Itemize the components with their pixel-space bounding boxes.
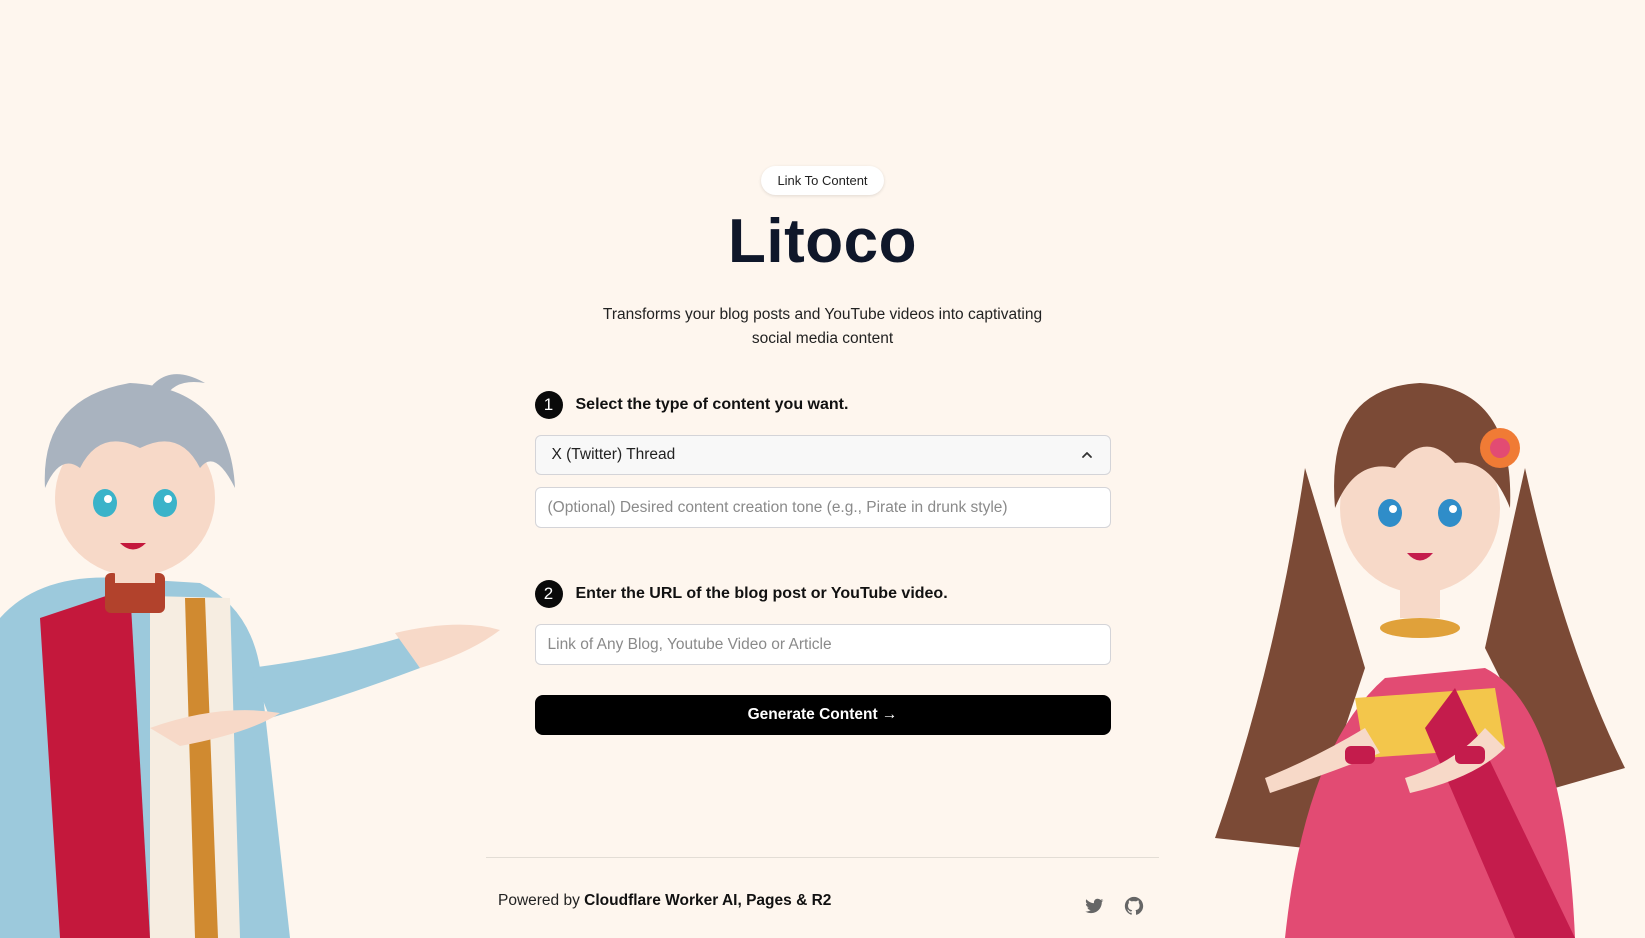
step-1: 1 Select the type of content you want.	[534, 391, 1111, 419]
step-label-2: Enter the URL of the blog post or YouTub…	[575, 585, 948, 602]
step-number-1: 1	[534, 391, 563, 419]
generate-content-button[interactable]: Generate Content →	[534, 695, 1111, 735]
footer-brand: Cloudflare Worker AI, Pages & R2	[584, 892, 832, 909]
content-type-select[interactable]: X (Twitter) Thread	[534, 435, 1111, 475]
page-subtitle: Transforms your blog posts and YouTube v…	[602, 306, 1043, 347]
footer-social-links	[1083, 895, 1145, 917]
content-type-selected: X (Twitter) Thread	[551, 446, 676, 463]
step-2: 2 Enter the URL of the blog post or YouT…	[534, 580, 1111, 608]
twitter-icon[interactable]	[1083, 895, 1105, 917]
badge-link-to-content: Link To Content	[761, 166, 884, 195]
footer-prefix: Powered by	[498, 892, 580, 909]
chevron-up-icon	[1081, 452, 1092, 458]
content-form: 1 Select the type of content you want. X…	[534, 391, 1111, 735]
github-icon[interactable]	[1123, 895, 1145, 917]
tone-input[interactable]	[534, 487, 1111, 528]
step-label-1: Select the type of content you want.	[575, 396, 849, 413]
page: Link To Content Litoco Transforms your b…	[0, 0, 1645, 938]
page-title: Litoco	[728, 207, 917, 276]
footer-powered-by: Powered by Cloudflare Worker AI, Pages &…	[498, 892, 831, 910]
url-input[interactable]	[534, 624, 1111, 665]
step-number-2: 2	[534, 580, 563, 608]
footer-divider	[486, 857, 1159, 858]
